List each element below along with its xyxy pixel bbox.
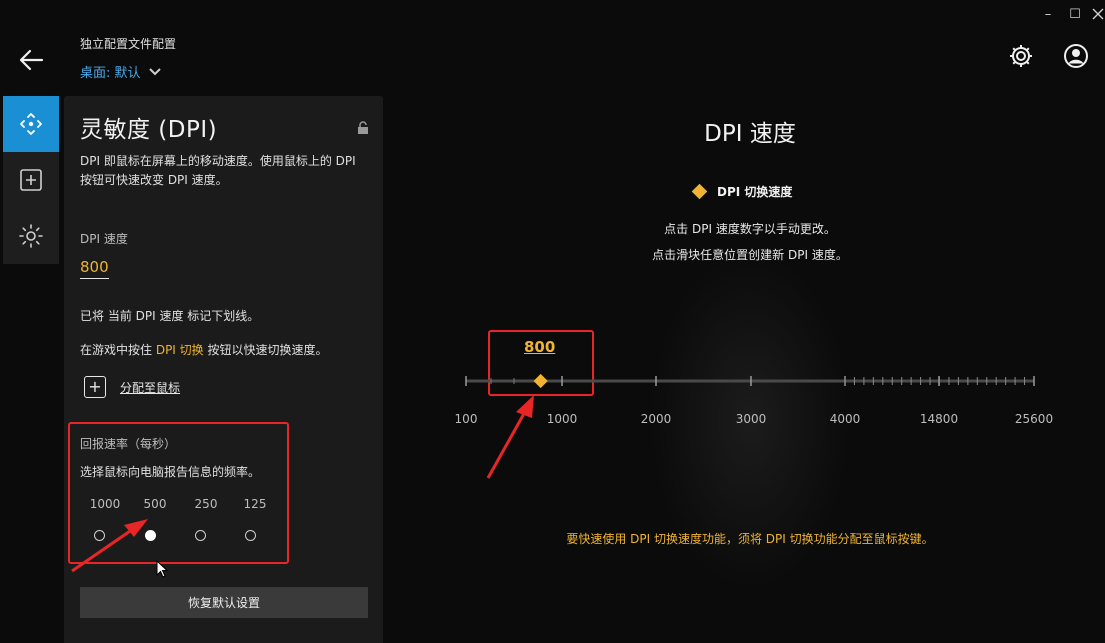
note-text: 按钮以快速切换速度。 — [203, 343, 328, 357]
panel-title: 灵敏度 (DPI) — [80, 117, 218, 143]
close-icon — [1092, 8, 1104, 20]
close-button[interactable] — [1091, 6, 1105, 22]
note-text: 在游戏中按住 — [80, 343, 156, 357]
account-button[interactable] — [1062, 42, 1090, 70]
settings-button[interactable] — [1007, 42, 1035, 70]
report-rate-radio-125[interactable] — [245, 530, 256, 541]
move-icon — [20, 113, 42, 135]
annotation-arrow — [486, 395, 534, 479]
diamond-icon — [691, 183, 708, 200]
plus-icon: + — [84, 376, 106, 398]
hint-create-dpi: 点击滑块任意位置创建新 DPI 速度。 — [652, 248, 848, 262]
chevron-down-icon — [148, 67, 161, 75]
user-account-icon — [1064, 44, 1088, 68]
dpi-shift-note: 在游戏中按住 DPI 切换 按钮以快速切换速度。 — [80, 341, 328, 358]
assign-to-mouse[interactable]: + 分配至鼠标 — [84, 376, 180, 398]
tick-label: 14800 — [919, 412, 959, 426]
minimize-button[interactable]: – — [1035, 6, 1061, 24]
back-button[interactable] — [16, 46, 46, 74]
report-rate-title: 回报速率（每秒） — [80, 437, 177, 451]
dpi-shift-legend: DPI 切换速度 — [691, 183, 793, 200]
annotation-arrow — [71, 519, 148, 573]
tick-label: 1000 — [546, 412, 578, 426]
rail-item-pointer[interactable] — [3, 96, 59, 152]
report-rate-radio-250[interactable] — [195, 530, 206, 541]
dpi-marker-label[interactable]: 800 — [524, 338, 555, 356]
panel-description: DPI 即鼠标在屏幕上的移动速度。使用鼠标上的 DPI 按钮可快速改变 DPI … — [80, 154, 356, 187]
report-rate-description: 选择鼠标向电脑报告信息的频率。 — [80, 465, 261, 479]
tick-label: 25600 — [1014, 412, 1054, 426]
profile-selector[interactable]: 桌面: 默认 — [80, 62, 161, 81]
legend-label: DPI 切换速度 — [717, 185, 793, 199]
add-square-icon — [20, 169, 42, 191]
tick-label: 3000 — [735, 412, 767, 426]
back-arrow-icon — [19, 49, 44, 71]
reset-defaults-button[interactable]: 恢复默认设置 — [80, 587, 368, 618]
rail-item-assignments[interactable] — [3, 152, 59, 208]
tick-label: 2000 — [640, 412, 672, 426]
dpi-chart-title: DPI 速度 — [704, 121, 796, 147]
dpi-shift-tip: 要快速使用 DPI 切换速度功能，须将 DPI 切换功能分配至鼠标按键。 — [566, 532, 934, 546]
tick-label: 4000 — [829, 412, 861, 426]
gear-icon — [1010, 45, 1032, 67]
hint-edit-number: 点击 DPI 速度数字以手动更改。 — [664, 222, 836, 236]
feature-rail — [3, 96, 59, 264]
mouse-cursor-icon — [156, 560, 169, 578]
tick-label: 100 — [454, 412, 478, 426]
brightness-icon — [19, 224, 43, 248]
rail-item-lighting[interactable] — [3, 208, 59, 264]
underline-note: 已将 当前 DPI 速度 标记下划线。 — [80, 309, 260, 323]
unlock-icon — [358, 121, 368, 134]
dpi-speed-label: DPI 速度 — [80, 232, 128, 246]
lock-button[interactable] — [356, 120, 370, 134]
report-rate-option: 250 — [194, 497, 218, 511]
assign-label: 分配至鼠标 — [120, 380, 181, 395]
profile-title: 独立配置文件配置 — [80, 37, 177, 51]
profile-value: 桌面: 默认 — [80, 66, 141, 81]
current-dpi-value[interactable]: 800 — [80, 258, 109, 279]
dpi-marker-diamond — [533, 373, 548, 389]
report-rate-option: 125 — [243, 497, 267, 511]
maximize-button[interactable]: ☐ — [1062, 6, 1088, 24]
dpi-shift-highlight: DPI 切换 — [155, 343, 204, 357]
